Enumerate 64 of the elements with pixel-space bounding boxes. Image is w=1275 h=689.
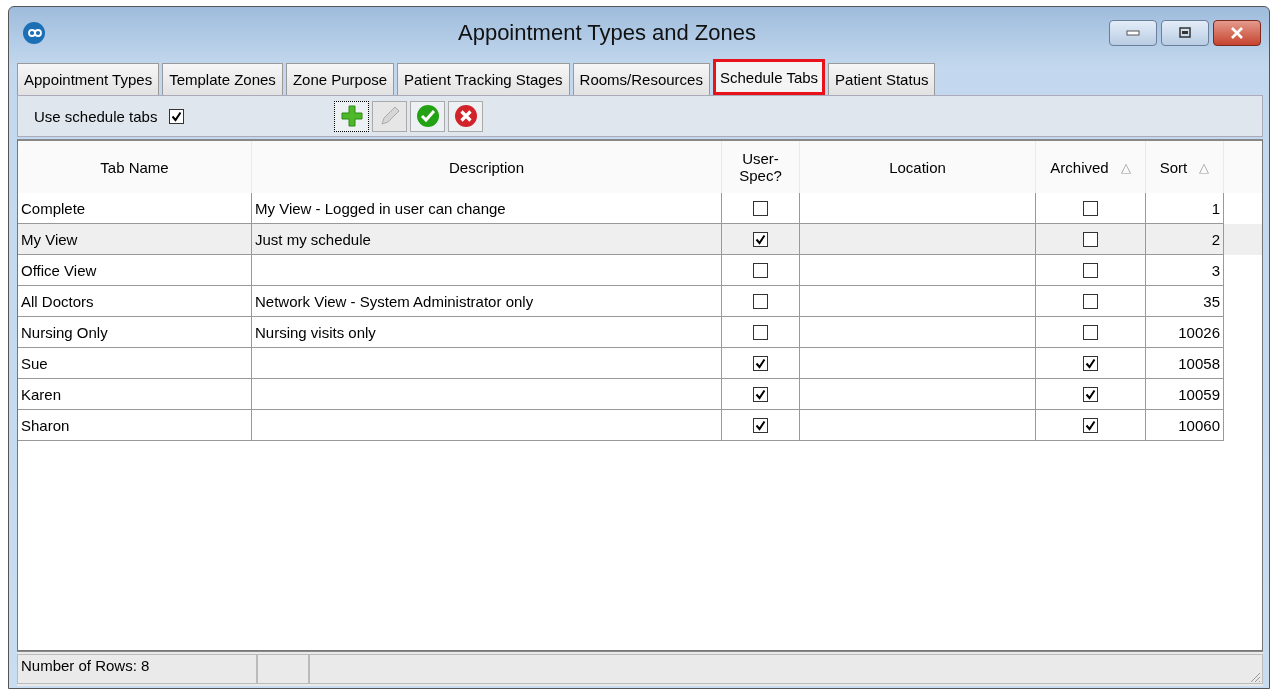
add-button[interactable] xyxy=(334,100,370,132)
checkbox[interactable] xyxy=(753,324,768,340)
tab[interactable]: Zone Purpose xyxy=(285,63,395,95)
table-cell: 10026 xyxy=(1146,317,1224,348)
close-button[interactable] xyxy=(1213,20,1261,46)
tab[interactable]: Appointment Types xyxy=(17,63,160,95)
checkbox[interactable] xyxy=(753,386,768,402)
checkbox[interactable] xyxy=(753,200,768,216)
tab[interactable]: Template Zones xyxy=(162,63,283,95)
column-header[interactable]: Archived △ xyxy=(1036,141,1146,193)
minimize-button[interactable] xyxy=(1109,20,1157,46)
table-cell: Sharon xyxy=(18,410,252,441)
minimize-icon xyxy=(1126,30,1140,36)
save-button[interactable] xyxy=(410,100,446,132)
table-cell: 10058 xyxy=(1146,348,1224,379)
checkbox[interactable] xyxy=(1083,386,1098,402)
table-cell: 35 xyxy=(1146,286,1224,317)
checkbox[interactable] xyxy=(169,108,185,124)
maximize-button[interactable] xyxy=(1161,20,1209,46)
checkbox[interactable] xyxy=(1083,231,1098,247)
checkbox[interactable] xyxy=(1083,293,1098,309)
column-header[interactable]: Sort △ xyxy=(1146,141,1224,193)
table-cell: 10059 xyxy=(1146,379,1224,410)
column-header[interactable]: User-Spec? xyxy=(722,141,800,193)
table-cell: 3 xyxy=(1146,255,1224,286)
table-cell: Network View - System Administrator only xyxy=(252,286,722,317)
column-header[interactable]: Tab Name xyxy=(18,141,252,193)
table-cell: Office View xyxy=(18,255,252,286)
table-cell: 2 xyxy=(1146,224,1224,255)
use-schedule-tabs-label: Use schedule tabs xyxy=(34,107,158,125)
checkbox[interactable] xyxy=(753,262,768,278)
table-cell: Karen xyxy=(18,379,252,410)
checkbox[interactable] xyxy=(1083,355,1098,371)
checkbox[interactable] xyxy=(1083,324,1098,340)
column-header[interactable]: Description xyxy=(252,141,722,193)
cancel-icon xyxy=(453,104,478,128)
table-cell: My View xyxy=(18,224,252,255)
cancel-button[interactable] xyxy=(448,100,484,132)
app-logo-icon xyxy=(23,22,45,44)
tab[interactable]: Patient Tracking Stages xyxy=(397,63,570,95)
close-icon xyxy=(1230,27,1244,39)
tab[interactable]: Schedule Tabs xyxy=(712,59,826,95)
table-cell: All Doctors xyxy=(18,286,252,317)
table-cell: 10060 xyxy=(1146,410,1224,441)
window-title: Appointment Types and Zones xyxy=(457,20,757,46)
plus-icon xyxy=(339,104,364,128)
table-cell: Sue xyxy=(18,348,252,379)
row-count-status: Number of Rows: 8 xyxy=(17,654,257,684)
table-cell: Just my schedule xyxy=(252,224,722,255)
table-cell: Nursing Only xyxy=(18,317,252,348)
checkbox[interactable] xyxy=(753,417,768,433)
checkbox[interactable] xyxy=(1083,262,1098,278)
table-cell: Nursing visits only xyxy=(252,317,722,348)
tab[interactable]: Rooms/Resources xyxy=(572,63,710,95)
checkbox[interactable] xyxy=(753,231,768,247)
resize-grip-icon xyxy=(1249,671,1261,683)
tab[interactable]: Patient Status xyxy=(828,63,936,95)
checkmark-icon xyxy=(415,104,440,128)
checkbox[interactable] xyxy=(1083,200,1098,216)
checkbox[interactable] xyxy=(1083,417,1098,433)
column-header[interactable]: Location xyxy=(800,141,1036,193)
checkbox[interactable] xyxy=(753,355,768,371)
checkbox[interactable] xyxy=(753,293,768,309)
maximize-icon xyxy=(1178,27,1192,39)
